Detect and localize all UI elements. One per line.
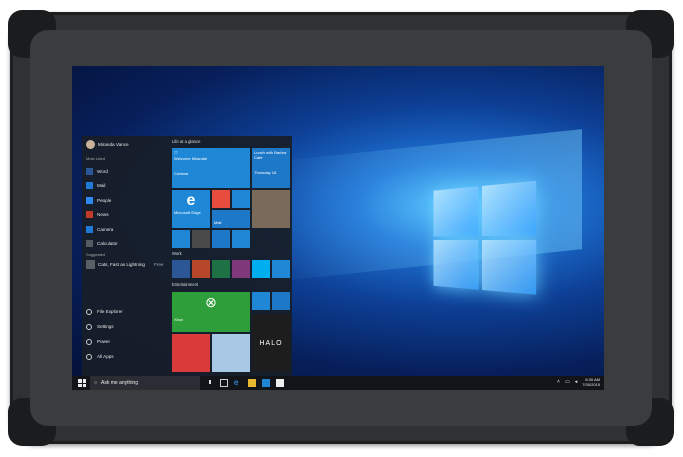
movies-tile[interactable]: [272, 292, 290, 310]
volume-icon[interactable]: ◂: [575, 379, 578, 385]
word-tile[interactable]: [172, 260, 190, 278]
app-calculator[interactable]: Calculator: [86, 237, 118, 252]
people-tile[interactable]: [172, 230, 190, 248]
app-word[interactable]: Word: [86, 164, 118, 179]
photos-tile[interactable]: [252, 190, 290, 228]
group-work-label: Work: [172, 251, 182, 256]
news-icon: [86, 211, 93, 218]
contact-tile[interactable]: [192, 230, 210, 248]
app-camera[interactable]: Camera: [86, 222, 118, 237]
frozen-tile[interactable]: [212, 334, 250, 372]
tile-area: Life at a glance ○ Welcome Miranda! Cort…: [170, 136, 292, 376]
app-mail[interactable]: Mail: [86, 179, 118, 194]
most-used-label: Most Used: [86, 156, 105, 161]
xbox-icon: ⊗: [174, 294, 248, 311]
suggested-app[interactable]: Cats, Fast as Lightning Free: [86, 260, 163, 269]
file-explorer-item[interactable]: File Explorer: [86, 304, 123, 319]
twitter-tile[interactable]: [232, 230, 250, 248]
start-left-column: Miranda Vance Most Used Word Mail People…: [82, 136, 166, 376]
microphone-icon[interactable]: [206, 379, 214, 387]
chevron-up-icon[interactable]: ˄: [557, 379, 560, 385]
system-tray: ˄ ▭ ◂ 6:30 AM 7/30/2015: [557, 377, 600, 387]
powerpoint-tile[interactable]: [192, 260, 210, 278]
onenote-tile[interactable]: [232, 260, 250, 278]
excel-tile[interactable]: [212, 260, 230, 278]
store-tile[interactable]: [212, 230, 230, 248]
search-icon: ○: [94, 380, 97, 386]
calendar-app-tile[interactable]: [212, 190, 230, 208]
group-entertainment-label: Entertainment: [172, 282, 198, 287]
settings-item[interactable]: Settings: [86, 319, 123, 334]
screen: Miranda Vance Most Used Word Mail People…: [72, 66, 604, 390]
search-box[interactable]: ○ Ask me anything: [90, 376, 200, 390]
mail-tile[interactable]: Mail: [212, 210, 250, 228]
skype-tile[interactable]: [252, 260, 270, 278]
calculator-tile[interactable]: [272, 260, 290, 278]
app-people[interactable]: People: [86, 193, 118, 208]
cortana-tile[interactable]: ○ Welcome Miranda! Cortana: [172, 148, 250, 188]
apps-icon: [86, 354, 92, 360]
file-explorer-icon[interactable]: [248, 379, 256, 387]
most-used-list: Word Mail People News Camera Calculator: [86, 164, 118, 251]
windows-logo-graphic: [434, 180, 541, 301]
start-bottom-list: File Explorer Settings Power All Apps: [86, 304, 123, 364]
people-icon: [86, 197, 93, 204]
power-item[interactable]: Power: [86, 334, 123, 349]
mail-icon: [86, 182, 93, 189]
start-menu: Miranda Vance Most Used Word Mail People…: [82, 136, 292, 376]
folder-icon: [86, 309, 92, 315]
store-icon[interactable]: [262, 379, 270, 387]
calendar-tile[interactable]: Lunch with Barbra Cafe Thursday 18: [252, 148, 290, 188]
game-icon: [86, 260, 95, 269]
tips-tile[interactable]: [232, 190, 250, 208]
user-account[interactable]: Miranda Vance: [86, 140, 129, 149]
word-icon: [86, 168, 93, 175]
edge-icon: e: [174, 192, 208, 210]
avatar: [86, 140, 95, 149]
all-apps-item[interactable]: All Apps: [86, 349, 123, 364]
network-icon[interactable]: ▭: [565, 379, 570, 385]
edge-tile[interactable]: e Microsoft Edge: [172, 190, 210, 228]
group-life-label: Life at a glance: [172, 139, 200, 144]
edge-taskbar-icon[interactable]: e: [234, 378, 242, 386]
xbox-tile[interactable]: ⊗ Xbox: [172, 292, 250, 332]
task-view-icon[interactable]: [220, 379, 228, 387]
calculator-icon: [86, 240, 93, 247]
gear-icon: [86, 324, 92, 330]
start-button[interactable]: [78, 379, 86, 387]
mail-taskbar-icon[interactable]: [276, 379, 284, 387]
camera-icon: [86, 226, 93, 233]
halo-tile[interactable]: HALO: [252, 314, 290, 372]
app-news[interactable]: News: [86, 208, 118, 223]
groove-tile[interactable]: [252, 292, 270, 310]
power-icon: [86, 339, 92, 345]
user-name: Miranda Vance: [98, 142, 129, 147]
taskbar: ○ Ask me anything e ˄ ▭ ◂ 6:30 AM 7/30/2…: [72, 376, 604, 390]
iheart-tile[interactable]: [172, 334, 210, 372]
free-badge: Free: [154, 262, 163, 267]
suggested-label: Suggested: [86, 252, 105, 257]
clock[interactable]: 6:30 AM 7/30/2015: [582, 377, 600, 387]
